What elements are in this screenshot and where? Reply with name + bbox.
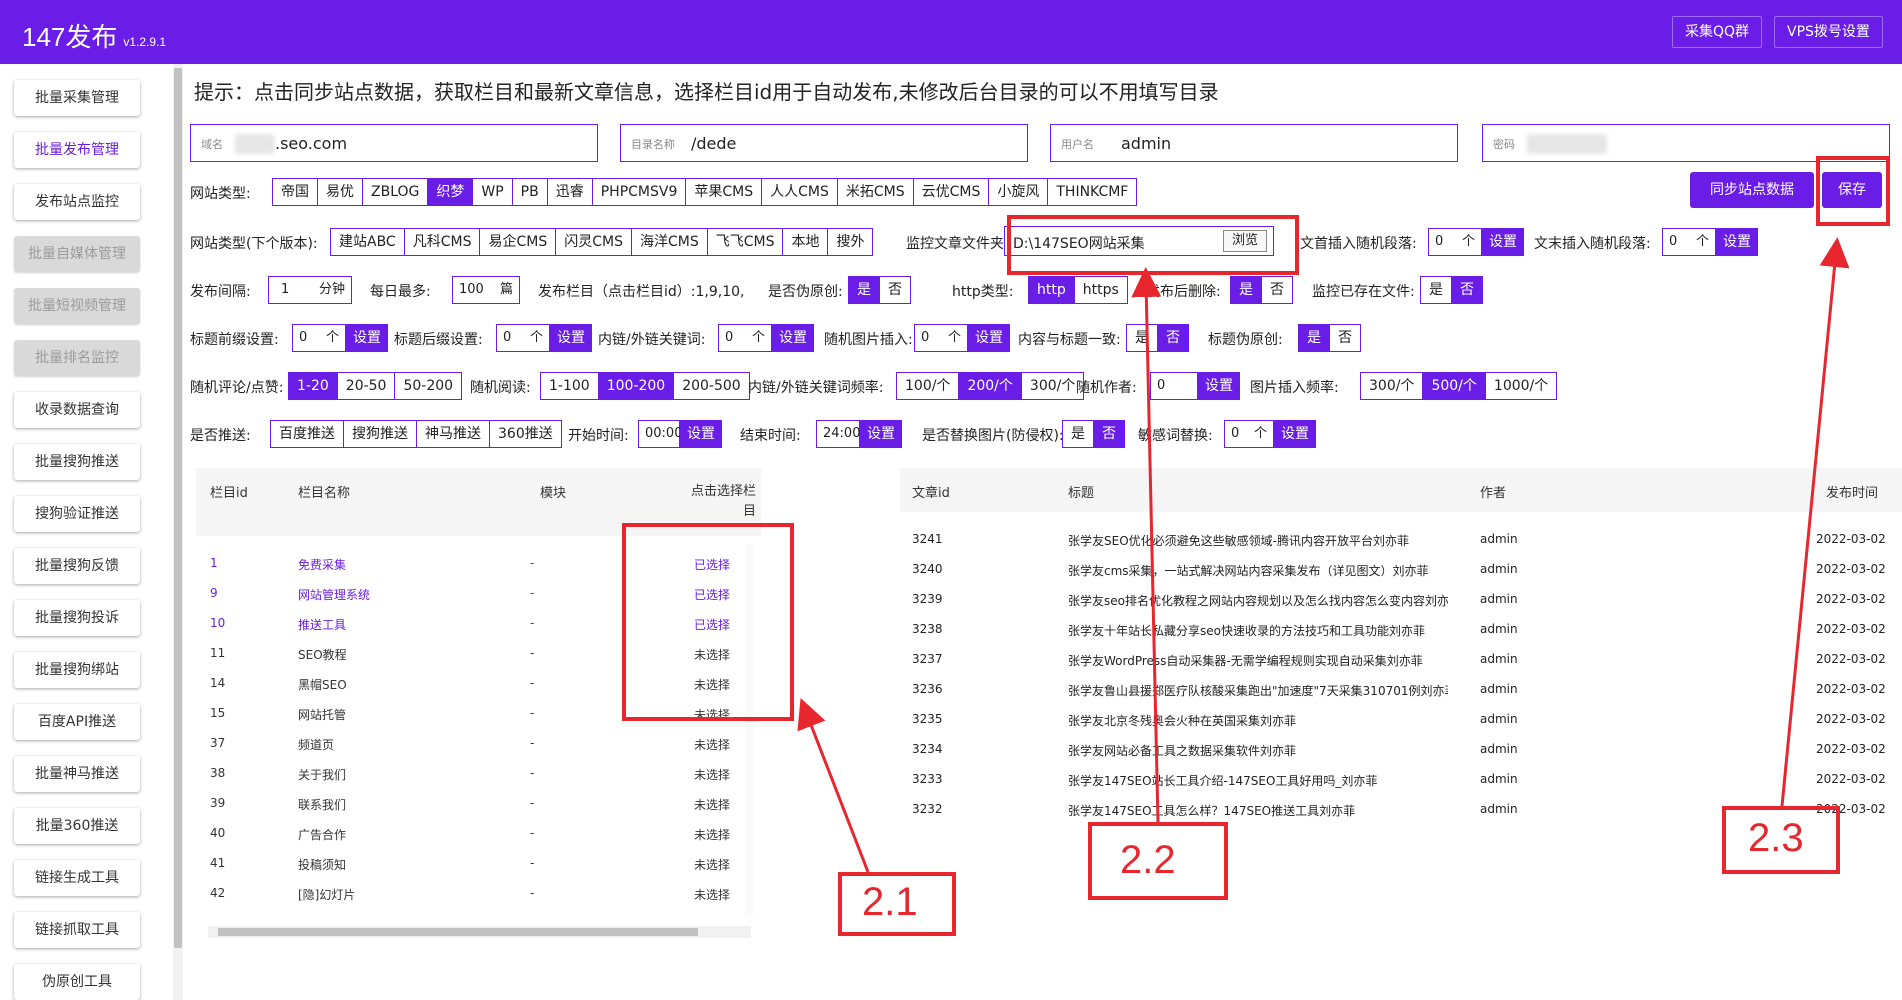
annotation-arrows	[797, 237, 1850, 873]
arrow-2-3	[1780, 237, 1850, 807]
arrow-2-1	[797, 698, 870, 873]
arrow-2-2	[1131, 267, 1162, 823]
